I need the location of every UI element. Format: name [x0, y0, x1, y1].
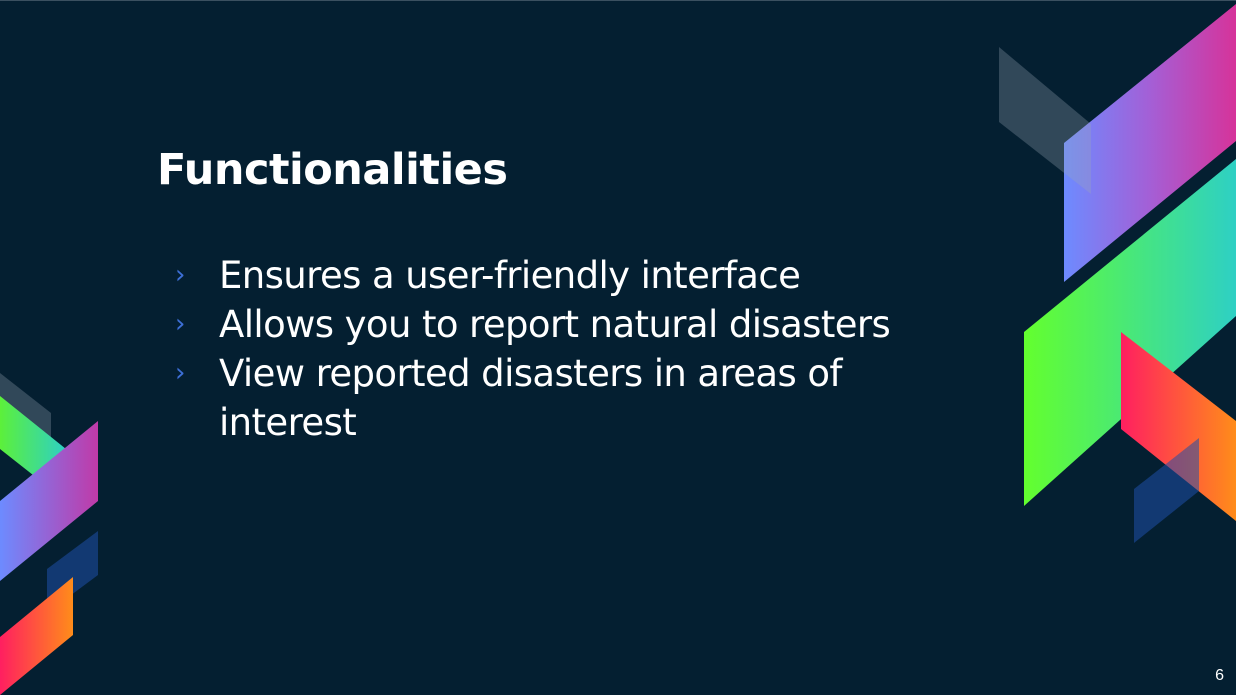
- bullet-text: Allows you to report natural disasters: [219, 303, 891, 346]
- slide-number: 6: [1215, 667, 1224, 684]
- decor-shape: [999, 47, 1091, 194]
- chevron-right-icon: ›: [175, 309, 186, 339]
- bullet-list: › Ensures a user-friendly interface › Al…: [175, 251, 895, 447]
- decor-shape: [0, 577, 73, 695]
- slide-title: Functionalities: [157, 145, 508, 195]
- bullet-item: › View reported disasters in areas of in…: [175, 349, 895, 447]
- bullet-text: Ensures a user-friendly interface: [219, 254, 801, 297]
- chevron-right-icon: ›: [175, 358, 186, 388]
- chevron-right-icon: ›: [175, 260, 186, 290]
- slide: Functionalities › Ensures a user-friendl…: [0, 0, 1236, 695]
- bullet-text: View reported disasters in areas of inte…: [219, 352, 842, 444]
- bullet-item: › Allows you to report natural disasters: [175, 300, 895, 349]
- bullet-item: › Ensures a user-friendly interface: [175, 251, 895, 300]
